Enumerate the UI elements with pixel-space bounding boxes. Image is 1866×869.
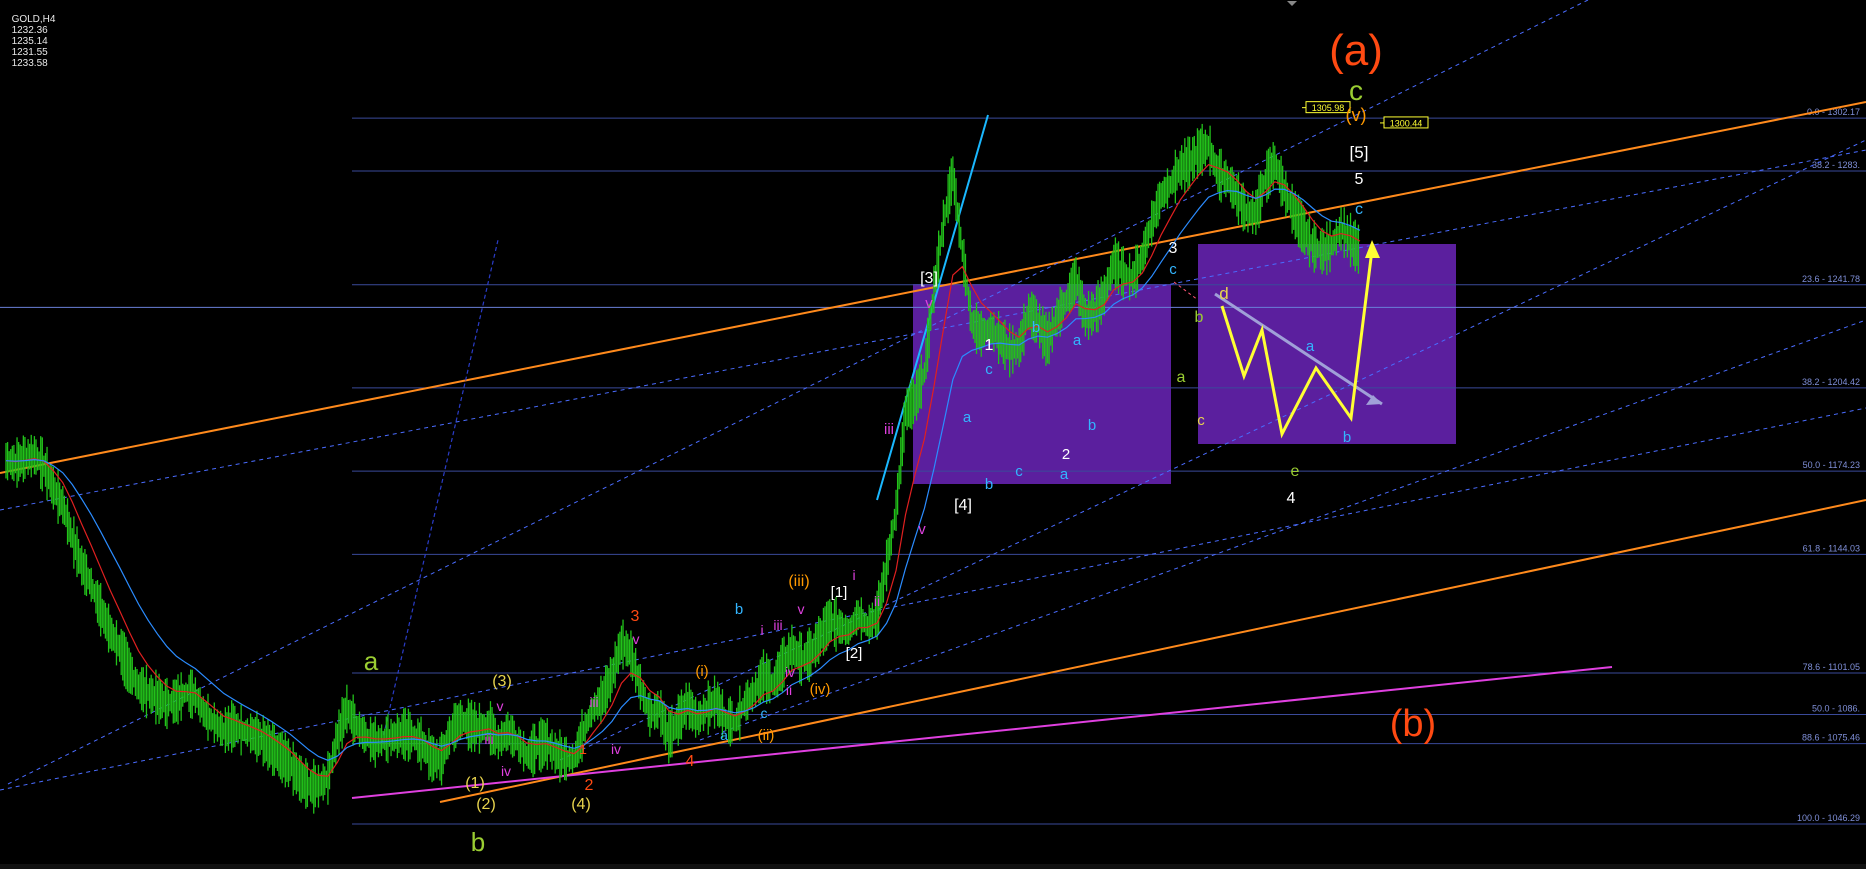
wave-label: (3): [492, 673, 512, 690]
wave-label: b: [1032, 319, 1040, 336]
wave-label: a: [720, 727, 728, 743]
wave-label: a: [1060, 466, 1069, 483]
lower-channel-line: [439, 499, 1866, 803]
wave-label: (v): [1346, 105, 1367, 125]
wave-label: iv: [785, 664, 795, 680]
wave-label: 2: [1062, 446, 1070, 463]
wave-label: a: [1177, 369, 1186, 386]
wave-label: e: [1291, 463, 1300, 480]
wave-label: iii: [589, 694, 598, 710]
wave-label: i: [760, 622, 763, 638]
fib-level-label: 38.2 - 1283.: [1812, 160, 1860, 170]
wave-label: b: [1088, 417, 1096, 434]
wave-label: c: [1015, 463, 1023, 480]
wave-label: [1]: [831, 584, 848, 601]
price-tag-label: 1300.44: [1390, 118, 1423, 128]
wave-label: a: [364, 646, 379, 676]
wave-label: [3]: [920, 270, 938, 287]
wave-label: a: [1306, 338, 1315, 355]
wave-label: (2): [476, 796, 496, 813]
wave-label: 3: [631, 608, 640, 625]
wave-label: (iii): [788, 573, 809, 590]
fib-level-label: 23.6 - 1241.78: [1802, 274, 1860, 284]
wave-label: (4): [571, 796, 591, 813]
wave-label: 4: [1287, 490, 1296, 507]
wave-label: i: [852, 567, 855, 583]
fib-level-label: 78.6 - 1101.05: [1803, 662, 1860, 672]
wave-label: 3: [1169, 240, 1178, 257]
wave-label: c: [761, 705, 768, 721]
time-axis-strip: [0, 864, 1866, 869]
wave-label: 1: [579, 741, 587, 757]
wave-label: c: [1169, 261, 1177, 278]
wave-label: iii: [484, 731, 493, 747]
wave-label: a: [1073, 332, 1082, 349]
wave-label: (a): [1329, 26, 1383, 75]
wave-label: [2]: [846, 645, 863, 662]
fib-level-label: 61.8 - 1144.03: [1803, 543, 1860, 553]
fib-level-label: 50.0 - 1086.: [1812, 704, 1860, 714]
fib-level-label: 100.0 - 1046.29: [1797, 813, 1860, 823]
scroll-marker-icon[interactable]: [1287, 1, 1297, 6]
wave-label: ii: [786, 682, 792, 698]
wave-label: c: [1355, 201, 1363, 218]
wave-label: (b): [1390, 703, 1436, 745]
wave-label: (i): [695, 663, 708, 680]
wave-label: v: [497, 698, 504, 714]
projection-boxes: [913, 244, 1456, 484]
wave-label: (iv): [810, 681, 831, 698]
wave-label: [5]: [1350, 143, 1369, 162]
wave-label: 2: [585, 777, 594, 794]
wave-label: c: [1197, 412, 1205, 429]
wave-label: iii: [884, 421, 894, 438]
wave-label: v: [798, 601, 805, 617]
fibonacci-labels: 0.0 - 1302.1738.2 - 1283.23.6 - 1241.783…: [1797, 107, 1860, 823]
wave-label: b: [985, 476, 993, 493]
wave-label: [4]: [954, 497, 972, 514]
wave-label: iii: [773, 617, 782, 633]
wave-label: a: [963, 409, 972, 426]
wave-label: v: [925, 295, 933, 312]
wave-label: 4: [686, 753, 695, 770]
fib-level-label: 50.0 - 1174.23: [1803, 460, 1860, 470]
wave-label: 1: [985, 337, 994, 354]
wave-label: ii: [874, 593, 880, 609]
wave-label: (ii): [758, 727, 775, 744]
wave-label: 5: [1355, 171, 1364, 188]
wave-label: b: [1195, 309, 1204, 326]
fan-line-4: [559, 139, 1866, 761]
dashed-steep-line: [381, 239, 499, 743]
wave-label: c: [985, 361, 993, 378]
wave-label: v: [918, 521, 926, 538]
wave-label: (1): [465, 775, 485, 792]
price-tag-label: 1305.98: [1312, 103, 1345, 113]
wave-label: v: [633, 631, 640, 647]
wave-label: iv: [611, 741, 621, 757]
wave-label: b: [471, 827, 485, 857]
fib-level-label: 38.2 - 1204.42: [1802, 377, 1860, 387]
price-chart[interactable]: 0.0 - 1302.1738.2 - 1283.23.6 - 1241.783…: [0, 0, 1866, 869]
fib-level-label: 88.6 - 1075.46: [1802, 733, 1860, 743]
wave-label: iv: [501, 763, 511, 779]
wave-label: b: [735, 601, 743, 618]
wave-label: d: [1219, 284, 1228, 303]
wave-label: b: [1343, 429, 1351, 446]
wave-label: c: [1349, 75, 1363, 106]
